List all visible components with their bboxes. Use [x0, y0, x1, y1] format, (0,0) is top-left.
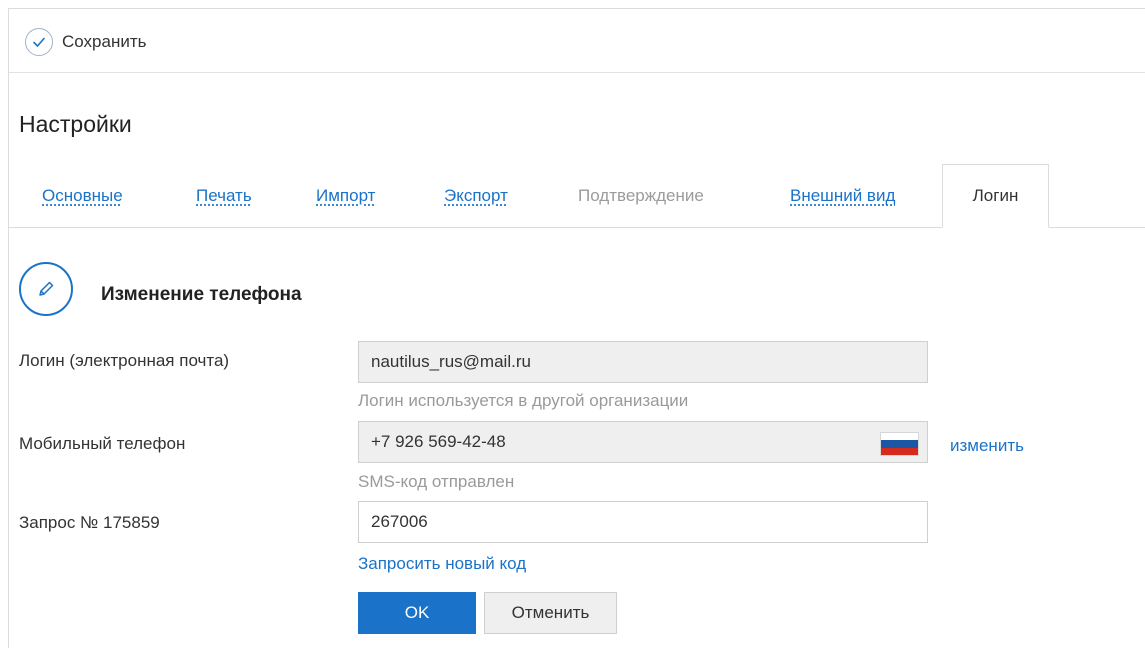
tab-export[interactable]: Экспорт	[444, 186, 508, 206]
request-new-code-link[interactable]: Запросить новый код	[358, 554, 526, 574]
cancel-button[interactable]: Отменить	[484, 592, 617, 634]
russia-flag-icon	[880, 432, 919, 456]
section-title: Изменение телефона	[101, 284, 302, 305]
login-value: nautilus_rus@mail.ru	[371, 352, 531, 371]
sms-code-value: 267006	[371, 512, 428, 531]
tab-bar: Основные Печать Импорт Экспорт Подтвержд…	[9, 164, 1145, 228]
tab-confirmation: Подтверждение	[578, 186, 704, 205]
login-hint: Логин используется в другой организации	[358, 391, 689, 410]
save-button[interactable]: Сохранить	[25, 27, 146, 57]
tab-import[interactable]: Импорт	[316, 186, 375, 206]
sms-sent-hint: SMS-код отправлен	[358, 472, 515, 491]
settings-window: Сохранить Настройки Основные Печать Импо…	[8, 8, 1145, 648]
login-label: Логин (электронная почта)	[19, 351, 230, 370]
tab-print[interactable]: Печать	[196, 186, 252, 206]
ok-button[interactable]: OK	[358, 592, 476, 634]
tab-general[interactable]: Основные	[42, 186, 123, 206]
phone-value: +7 926 569-42-48	[371, 432, 506, 451]
tab-login[interactable]: Логин	[942, 164, 1049, 228]
page-title: Настройки	[19, 111, 132, 137]
request-label: Запрос № 175859	[19, 513, 160, 532]
checkmark-icon	[25, 28, 53, 56]
phone-field: +7 926 569-42-48	[358, 421, 928, 463]
toolbar: Сохранить	[9, 9, 1145, 73]
save-button-label: Сохранить	[62, 32, 147, 51]
pencil-icon	[19, 262, 73, 316]
login-field: nautilus_rus@mail.ru	[358, 341, 928, 383]
sms-code-input[interactable]: 267006	[358, 501, 928, 543]
phone-label: Мобильный телефон	[19, 434, 186, 453]
change-phone-link[interactable]: изменить	[950, 436, 1024, 456]
tab-appearance[interactable]: Внешний вид	[790, 186, 895, 206]
